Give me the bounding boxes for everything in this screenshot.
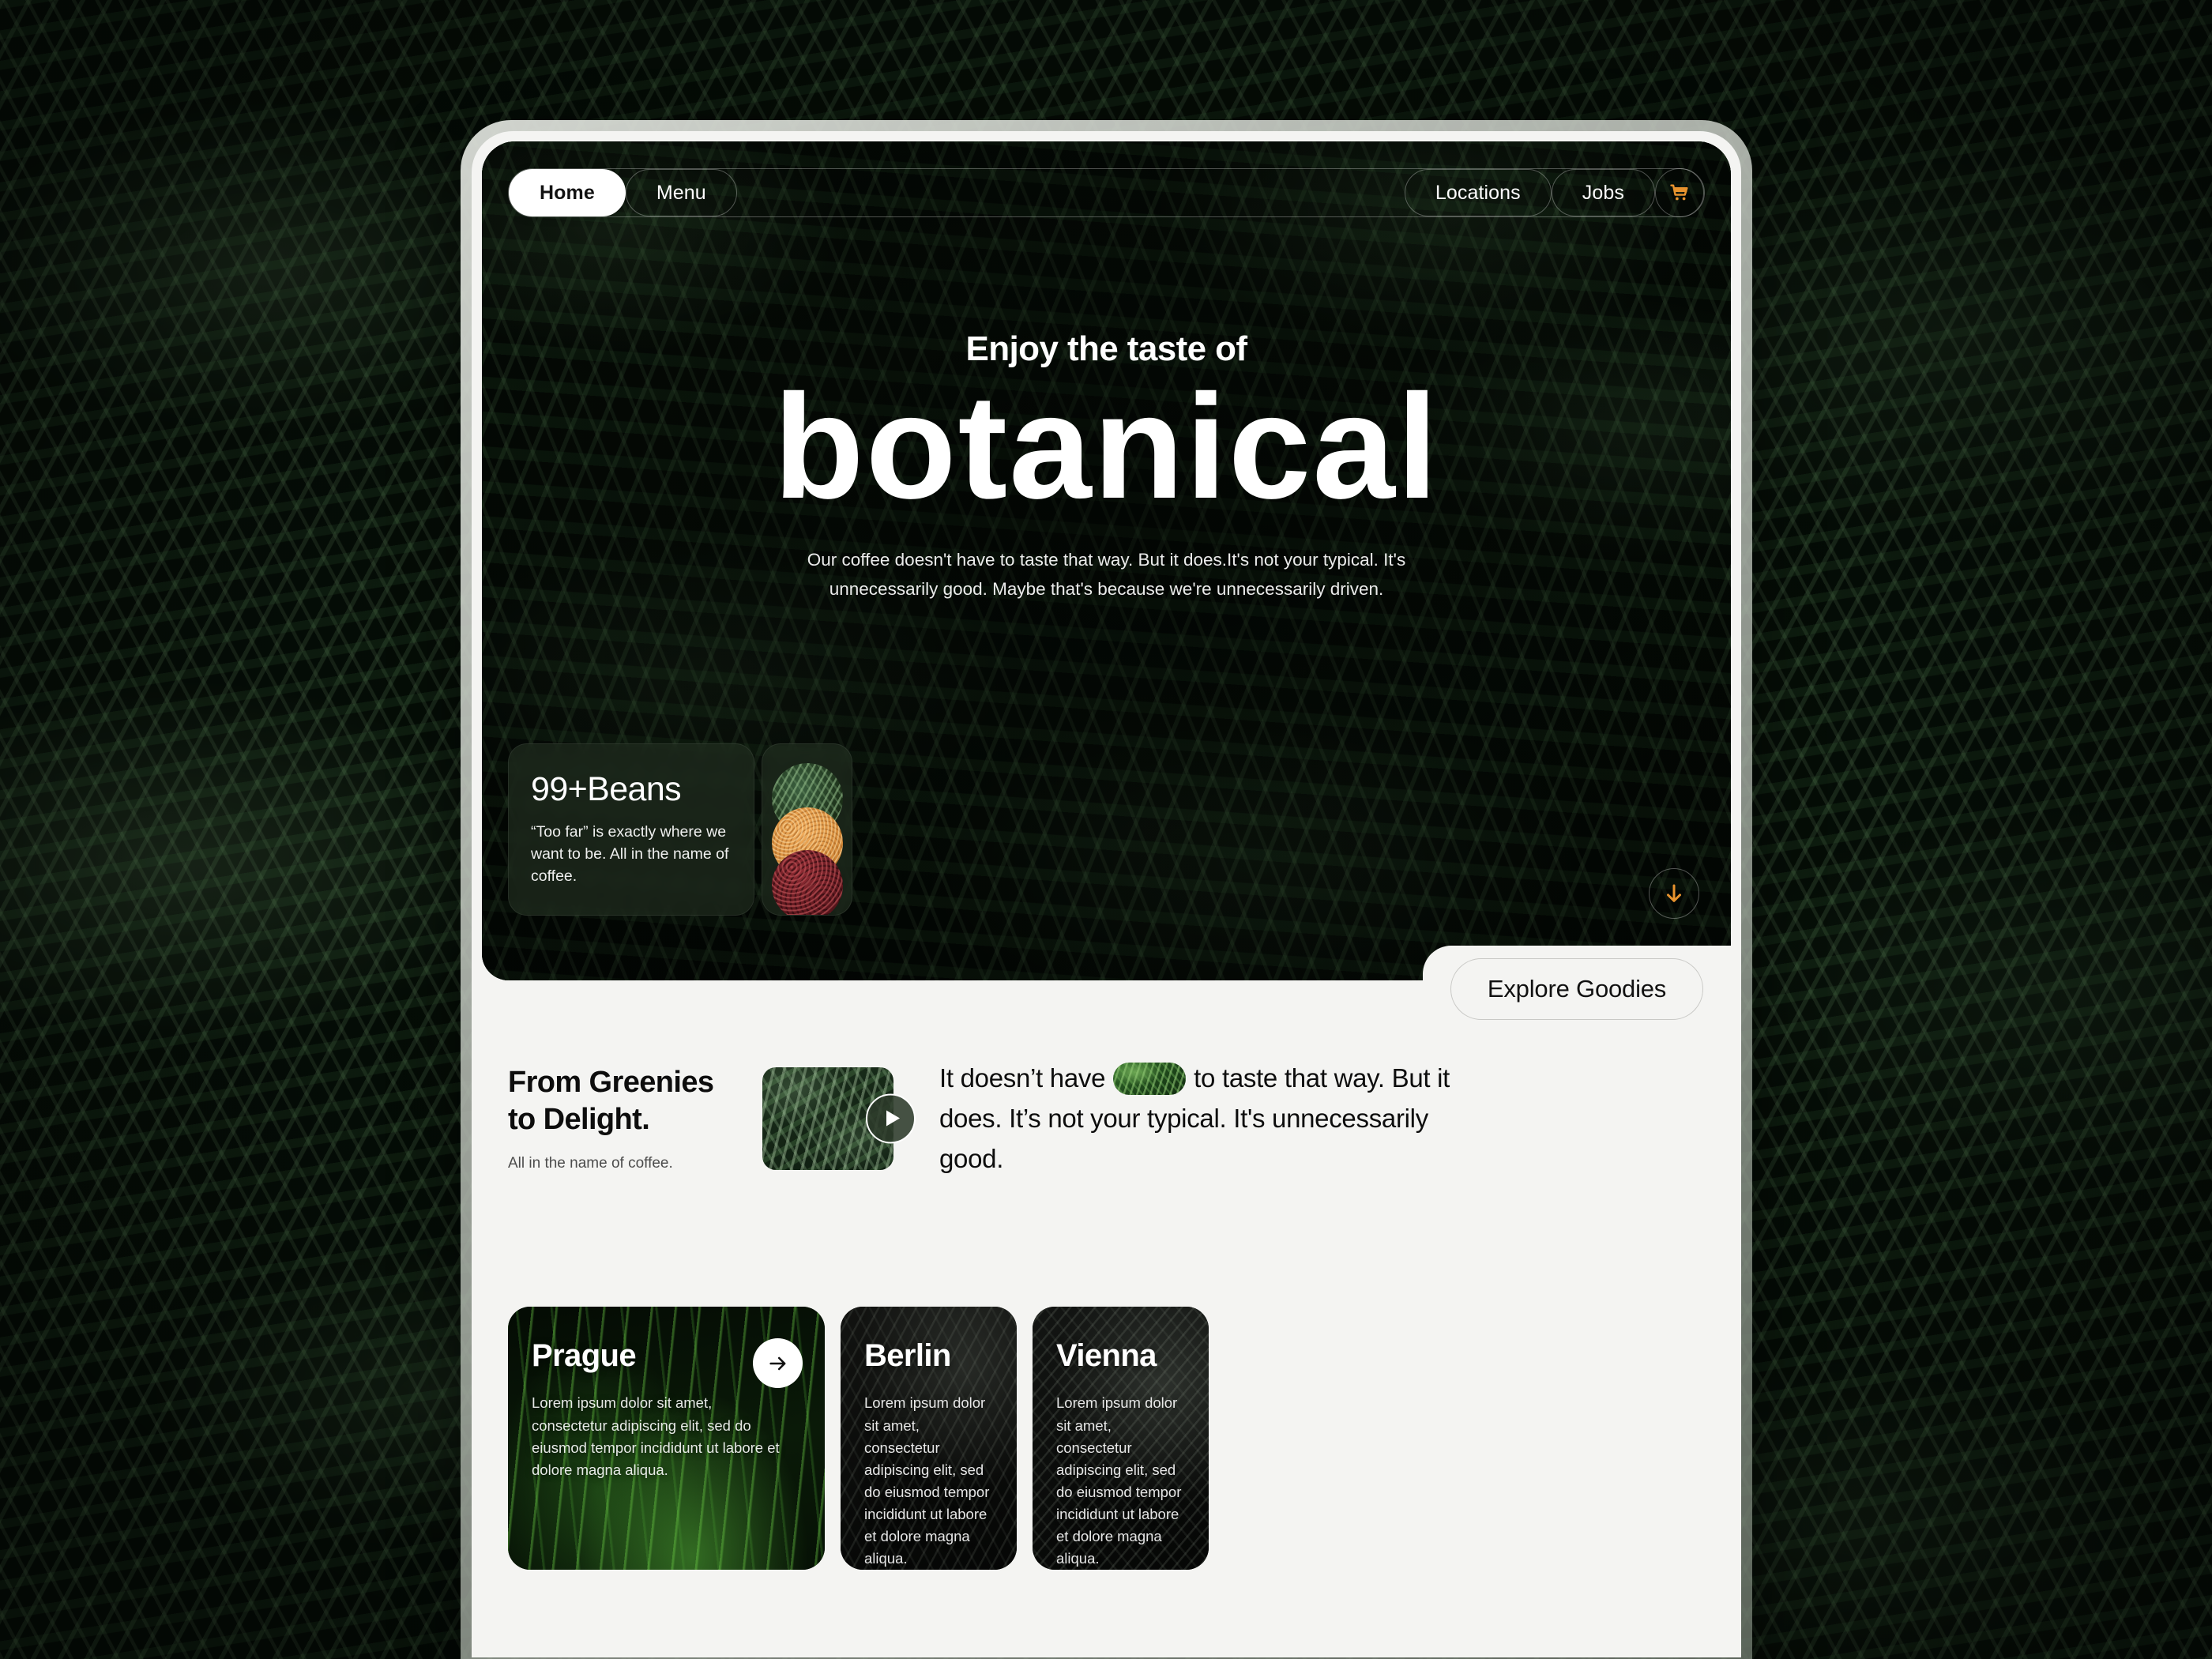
desktop-background: Home Menu Locations Jobs Enjoy the taste… xyxy=(0,0,2212,1659)
beans-swatch-stack xyxy=(762,743,852,916)
explore-goodies-button[interactable]: Explore Goodies xyxy=(1450,958,1704,1020)
nav-right-group: Locations Jobs xyxy=(1404,168,1704,217)
nav-item-locations-label: Locations xyxy=(1435,181,1521,204)
hero-subtitle: Our coffee doesn't have to taste that wa… xyxy=(807,550,1406,599)
promo-body-text: It doesn’t have to taste that way. But it… xyxy=(939,1058,1492,1179)
promo-subtle-text: All in the name of coffee. xyxy=(508,1155,673,1172)
green-leaves-pill xyxy=(1113,1063,1187,1095)
explore-goodies-notch: Explore Goodies xyxy=(1423,946,1731,1033)
city-description: Lorem ipsum dolor sit amet, consectetur … xyxy=(532,1394,780,1478)
arrow-right-icon xyxy=(769,1356,785,1371)
city-description: Lorem ipsum dolor sit amet, consectetur … xyxy=(864,1394,990,1567)
city-card-content: Vienna Lorem ipsum dolor sit amet, conse… xyxy=(1056,1340,1185,1570)
page-viewport: Home Menu Locations Jobs Enjoy the taste… xyxy=(482,141,1731,1657)
prague-arrow-button[interactable] xyxy=(753,1338,803,1389)
city-name: Vienna xyxy=(1056,1338,1157,1374)
shopping-cart-icon xyxy=(1670,184,1688,201)
nav-item-home-label: Home xyxy=(540,181,595,204)
scroll-down-button[interactable] xyxy=(1649,868,1699,919)
arrow-down-icon xyxy=(1667,884,1681,902)
nav-item-locations[interactable]: Locations xyxy=(1404,169,1552,216)
city-name: Berlin xyxy=(864,1338,951,1374)
hero-title: botanical xyxy=(773,363,1440,529)
nav-item-menu-label: Menu xyxy=(656,181,706,204)
hero-copy: Enjoy the taste of botanical Our coffee … xyxy=(482,329,1731,604)
city-card-prague[interactable]: Prague Lorem ipsum dolor sit amet, conse… xyxy=(508,1307,825,1571)
hero-section: Home Menu Locations Jobs Enjoy the taste… xyxy=(482,141,1731,980)
promo-left: From Greenies to Delight. All in the nam… xyxy=(508,1064,745,1172)
nav-item-jobs[interactable]: Jobs xyxy=(1551,169,1655,216)
beans-description: “Too far” is exactly where we want to be… xyxy=(531,823,729,886)
promo-heading: From Greenies to Delight. xyxy=(508,1066,714,1136)
device-bezel: Home Menu Locations Jobs Enjoy the taste… xyxy=(472,131,1741,1657)
nav-item-menu[interactable]: Menu xyxy=(625,169,737,216)
nav-left-group: Home Menu xyxy=(509,169,737,216)
beans-count-label: 99+Beans xyxy=(531,770,682,808)
beans-widget: 99+Beans “Too far” is exactly where we w… xyxy=(508,743,852,916)
city-cards-row: Prague Lorem ipsum dolor sit amet, conse… xyxy=(482,1179,1731,1571)
city-card-berlin[interactable]: Berlin Lorem ipsum dolor sit amet, conse… xyxy=(841,1307,1017,1571)
city-card-vienna[interactable]: Vienna Lorem ipsum dolor sit amet, conse… xyxy=(1033,1307,1209,1571)
promo-row: From Greenies to Delight. All in the nam… xyxy=(482,1058,1731,1179)
red-beans-swatch xyxy=(771,850,843,915)
content-section: From Greenies to Delight. All in the nam… xyxy=(482,980,1731,1571)
promo-body-part1: It doesn’t have xyxy=(939,1063,1106,1093)
play-button[interactable] xyxy=(866,1093,916,1144)
nav-item-jobs-label: Jobs xyxy=(1582,181,1624,204)
cart-button[interactable] xyxy=(1655,168,1704,217)
device-frame: Home Menu Locations Jobs Enjoy the taste… xyxy=(461,120,1752,1659)
beans-info-card[interactable]: 99+Beans “Too far” is exactly where we w… xyxy=(508,743,754,916)
play-icon xyxy=(886,1110,900,1127)
monstera-leaves-thumbnail[interactable] xyxy=(762,1066,916,1170)
city-card-content: Berlin Lorem ipsum dolor sit amet, conse… xyxy=(864,1340,993,1570)
main-navigation: Home Menu Locations Jobs xyxy=(508,168,1705,217)
nav-item-home[interactable]: Home xyxy=(509,169,626,216)
city-description: Lorem ipsum dolor sit amet, consectetur … xyxy=(1056,1394,1182,1567)
